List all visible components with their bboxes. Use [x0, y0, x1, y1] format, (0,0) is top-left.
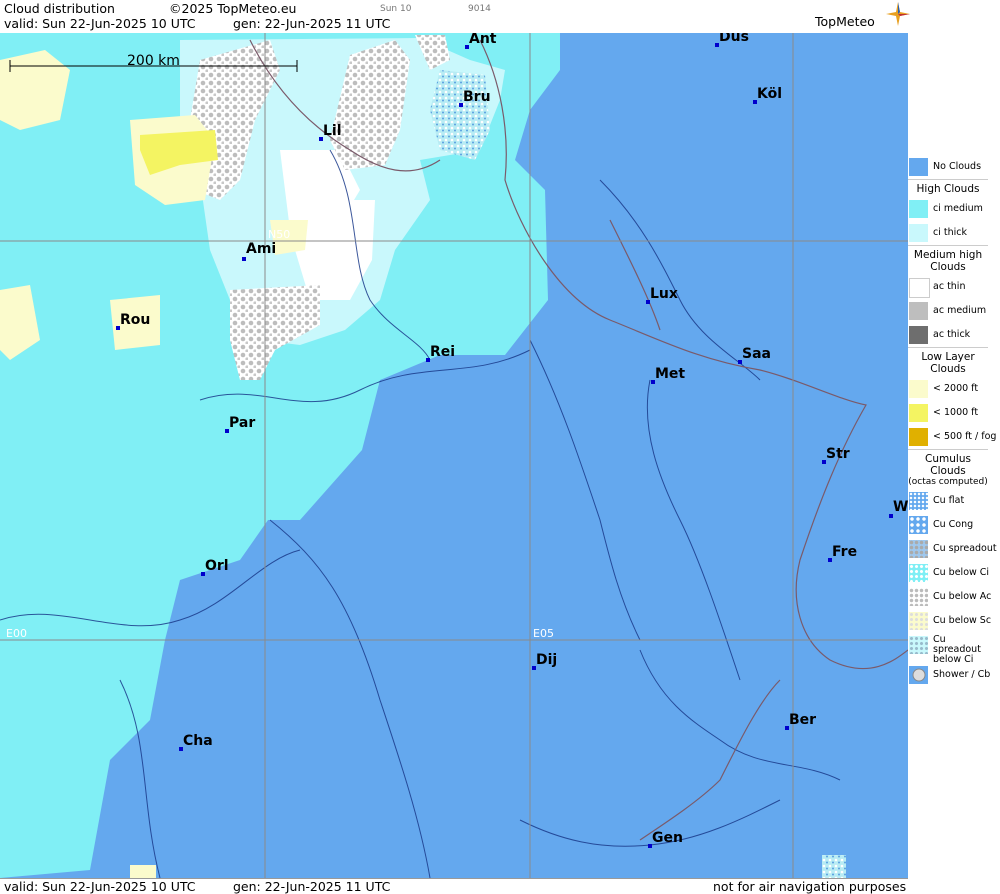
city-label-ant: Ant — [469, 33, 497, 47]
legend-label: < 1000 ft — [933, 407, 979, 418]
city-label-cha: Cha — [183, 733, 213, 749]
city-label-rou: Rou — [120, 312, 151, 328]
legend-label: Cu below Sc — [933, 615, 992, 626]
legend-low-1000: < 1000 ft — [908, 401, 988, 425]
map-footer: valid: Sun 22-Jun-2025 10 UTC gen: 22-Ju… — [0, 878, 908, 894]
footer-valid-time: valid: Sun 22-Jun-2025 10 UTC — [4, 879, 196, 894]
legend-ci-medium: ci medium — [908, 197, 988, 221]
legend-low-2000: < 2000 ft — [908, 377, 988, 401]
legend-low-title: Low Layer Clouds — [908, 347, 988, 377]
city-marker — [242, 257, 246, 261]
legend-cu-title-text: Cumulus Clouds — [925, 453, 971, 477]
generated-time: gen: 22-Jun-2025 11 UTC — [233, 16, 391, 31]
swatch-cu-below-ac — [909, 588, 928, 606]
legend-label: < 2000 ft — [933, 383, 979, 394]
legend-medium-title: Medium high Clouds — [908, 245, 988, 275]
legend-low-500: < 500 ft / fog — [908, 425, 996, 449]
city-label-orl: Orl — [205, 558, 229, 574]
city-label-dus: Düs — [719, 33, 749, 45]
legend-cu-below-sc: Cu below Sc — [908, 609, 992, 633]
legend-ac-medium: ac medium — [908, 299, 988, 323]
day-code: Sun 10 — [380, 4, 412, 14]
swatch-low-2000 — [909, 380, 928, 398]
legend-label: ac medium — [933, 305, 987, 316]
legend-label: Shower / Cb — [933, 669, 991, 680]
city-label-rei: Rei — [430, 344, 456, 360]
swatch-ci-thick — [909, 224, 928, 242]
legend-label: Cu flat — [933, 495, 965, 506]
legend-label: No Clouds — [933, 161, 982, 172]
swatch-cu-below-sc — [909, 612, 928, 630]
copyright: ©2025 TopMeteo.eu — [169, 1, 297, 16]
legend-high-title: High Clouds — [908, 179, 988, 197]
legend-label: ci medium — [933, 203, 983, 214]
city-label-par: Par — [229, 415, 256, 431]
swatch-low-500 — [909, 428, 928, 446]
legend-cu-cong: Cu Cong — [908, 513, 988, 537]
city-label-dij: Dij — [536, 652, 558, 668]
legend-no-clouds: No Clouds — [908, 155, 988, 179]
swatch-no-clouds — [909, 158, 928, 176]
city-label-saa: Saa — [742, 346, 771, 362]
legend-label: < 500 ft / fog — [933, 431, 997, 442]
map-header: Cloud distribution ©2025 TopMeteo.eu Sun… — [0, 0, 910, 34]
city-label-met: Met — [655, 366, 686, 382]
swatch-cu-below-ci — [909, 564, 928, 582]
swatch-ac-thick — [909, 326, 928, 344]
legend-ac-thick: ac thick — [908, 323, 988, 347]
legend-cu-spread: Cu spreadout — [908, 537, 997, 561]
map-title: Cloud distribution — [4, 1, 115, 16]
topmeteo-logo: TopMeteo — [815, 14, 875, 29]
disclaimer: not for air navigation purposes — [713, 879, 907, 894]
footer-generated-time: gen: 22-Jun-2025 11 UTC — [233, 879, 391, 894]
legend-cu-below-ci: Cu below Ci — [908, 561, 990, 585]
legend-label: Cu below Ac — [933, 591, 992, 602]
legend-cu-title: Cumulus Clouds (octas computed) — [908, 449, 988, 489]
swatch-cu-spread — [909, 540, 928, 558]
city-label-lux: Lux — [650, 286, 678, 302]
swatch-shower — [909, 666, 928, 684]
legend-cu-spread-ci: Cu spreadout below Ci — [908, 633, 988, 665]
swatch-ci-medium — [909, 200, 928, 218]
compass-star-icon — [886, 2, 910, 26]
city-label-ami: Ami — [246, 241, 277, 257]
city-label-kol: Köl — [757, 86, 783, 102]
grid-label-e05: E05 — [533, 627, 554, 640]
legend-cu-below-ac: Cu below Ac — [908, 585, 992, 609]
grid-label-e00: E00 — [6, 627, 27, 640]
legend-cu-subtitle: (octas computed) — [908, 477, 988, 487]
legend-ci-thick: ci thick — [908, 221, 988, 245]
city-label-bru: Bru — [463, 89, 491, 105]
scale-label: 200 km — [127, 53, 180, 69]
legend: No Clouds High Clouds ci medium ci thick… — [908, 155, 997, 687]
shower-cb-icon — [912, 668, 926, 682]
city-label-fre: Fre — [832, 544, 858, 560]
swatch-low-1000 — [909, 404, 928, 422]
swatch-cu-spread-ci — [909, 636, 928, 654]
swatch-cu-cong — [909, 516, 928, 534]
legend-label: Cu below Ci — [933, 567, 990, 578]
legend-label: Cu spreadout below Ci — [933, 634, 981, 665]
legend-shower: Shower / Cb — [908, 663, 991, 687]
legend-label: ac thin — [933, 281, 966, 292]
city-label-w: W — [893, 499, 908, 515]
legend-label: Cu Cong — [933, 519, 974, 530]
cloud-map[interactable]: 200 km N50 E00 E05 Ant Düs Bru Köl Lil A… — [0, 33, 908, 878]
map-canvas — [0, 33, 908, 878]
legend-ac-thin: ac thin — [908, 275, 988, 299]
grid-label-n50: N50 — [268, 228, 291, 241]
city-label-ber: Ber — [789, 712, 817, 728]
city-label-str: Str — [826, 446, 850, 462]
valid-time: valid: Sun 22-Jun-2025 10 UTC — [4, 16, 196, 31]
legend-cu-flat: Cu flat — [908, 489, 988, 513]
swatch-ac-medium — [909, 302, 928, 320]
city-label-gen: Gen — [652, 830, 683, 846]
swatch-cu-flat — [909, 492, 928, 510]
city-label-lil: Lil — [323, 123, 342, 139]
legend-label: Cu spreadout — [933, 543, 997, 554]
legend-label: ci thick — [933, 227, 967, 238]
swatch-ac-thin — [909, 278, 930, 298]
legend-label: ac thick — [933, 329, 971, 340]
map-code: 9014 — [468, 4, 491, 14]
